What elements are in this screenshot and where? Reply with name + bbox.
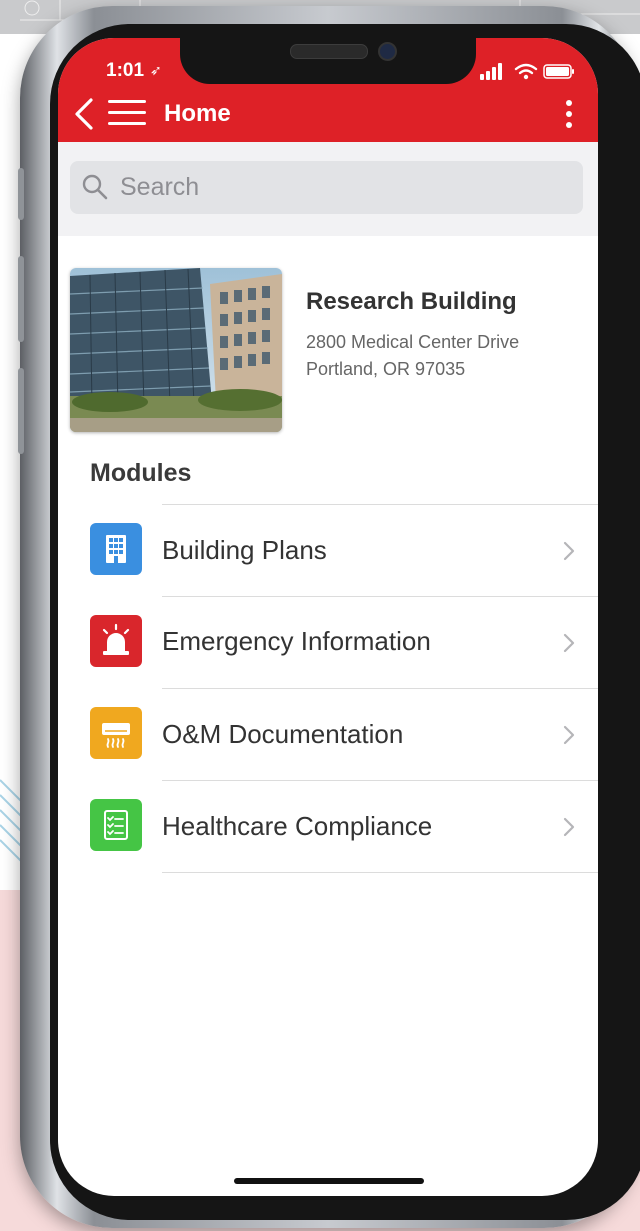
search-bar-container [58, 142, 598, 236]
row-divider [162, 780, 598, 781]
checklist-icon [90, 799, 142, 851]
modules-heading: Modules [90, 459, 192, 487]
row-divider [162, 596, 598, 597]
building-icon [90, 523, 142, 575]
phone-notch [180, 38, 476, 84]
back-chevron-icon[interactable] [72, 96, 96, 132]
signal-icon [480, 63, 502, 80]
chevron-right-icon [563, 541, 575, 561]
alarm-icon [90, 615, 142, 667]
search-bar[interactable] [70, 161, 583, 214]
module-item-om-documentation[interactable]: O&M Documentation [58, 688, 598, 780]
module-item-building-plans[interactable]: Building Plans [58, 504, 598, 596]
module-label: Healthcare Compliance [162, 811, 433, 841]
chevron-right-icon [563, 725, 575, 745]
building-image [70, 268, 282, 432]
chevron-right-icon [563, 817, 575, 837]
hamburger-menu-icon[interactable] [108, 100, 146, 126]
module-item-healthcare-compliance[interactable]: Healthcare Compliance [58, 780, 598, 872]
module-label: Building Plans [162, 535, 327, 565]
air-conditioner-icon [90, 707, 142, 759]
search-icon [82, 174, 108, 200]
front-camera [378, 42, 397, 61]
building-address-line1: 2800 Medical Center Drive [306, 332, 520, 352]
building-address-line2: Portland, OR 97035 [306, 359, 466, 379]
row-divider [162, 872, 598, 873]
phone-screen: 1:01 ➶ Home Search Research Building 280… [58, 38, 598, 1196]
building-name: Research Building [306, 288, 517, 315]
location-arrow-icon: ➶ [150, 62, 162, 78]
search-input[interactable] [120, 168, 560, 206]
side-button [18, 368, 24, 454]
more-options-icon[interactable] [562, 98, 576, 130]
building-photo[interactable] [70, 268, 282, 432]
module-item-emergency-information[interactable]: Emergency Information [58, 596, 598, 688]
battery-icon [543, 64, 574, 79]
status-time: 1:01 [106, 60, 145, 81]
wifi-icon [514, 63, 538, 75]
side-button [18, 256, 24, 342]
module-label: Emergency Information [162, 626, 431, 656]
status-indicators [480, 63, 574, 80]
earpiece-speaker [290, 44, 368, 59]
row-divider [162, 504, 598, 505]
home-indicator[interactable] [234, 1178, 424, 1184]
chevron-right-icon [563, 633, 575, 653]
row-divider [162, 688, 598, 689]
module-label: O&M Documentation [162, 719, 404, 749]
side-button [18, 168, 24, 220]
page-title: Home [164, 100, 231, 127]
